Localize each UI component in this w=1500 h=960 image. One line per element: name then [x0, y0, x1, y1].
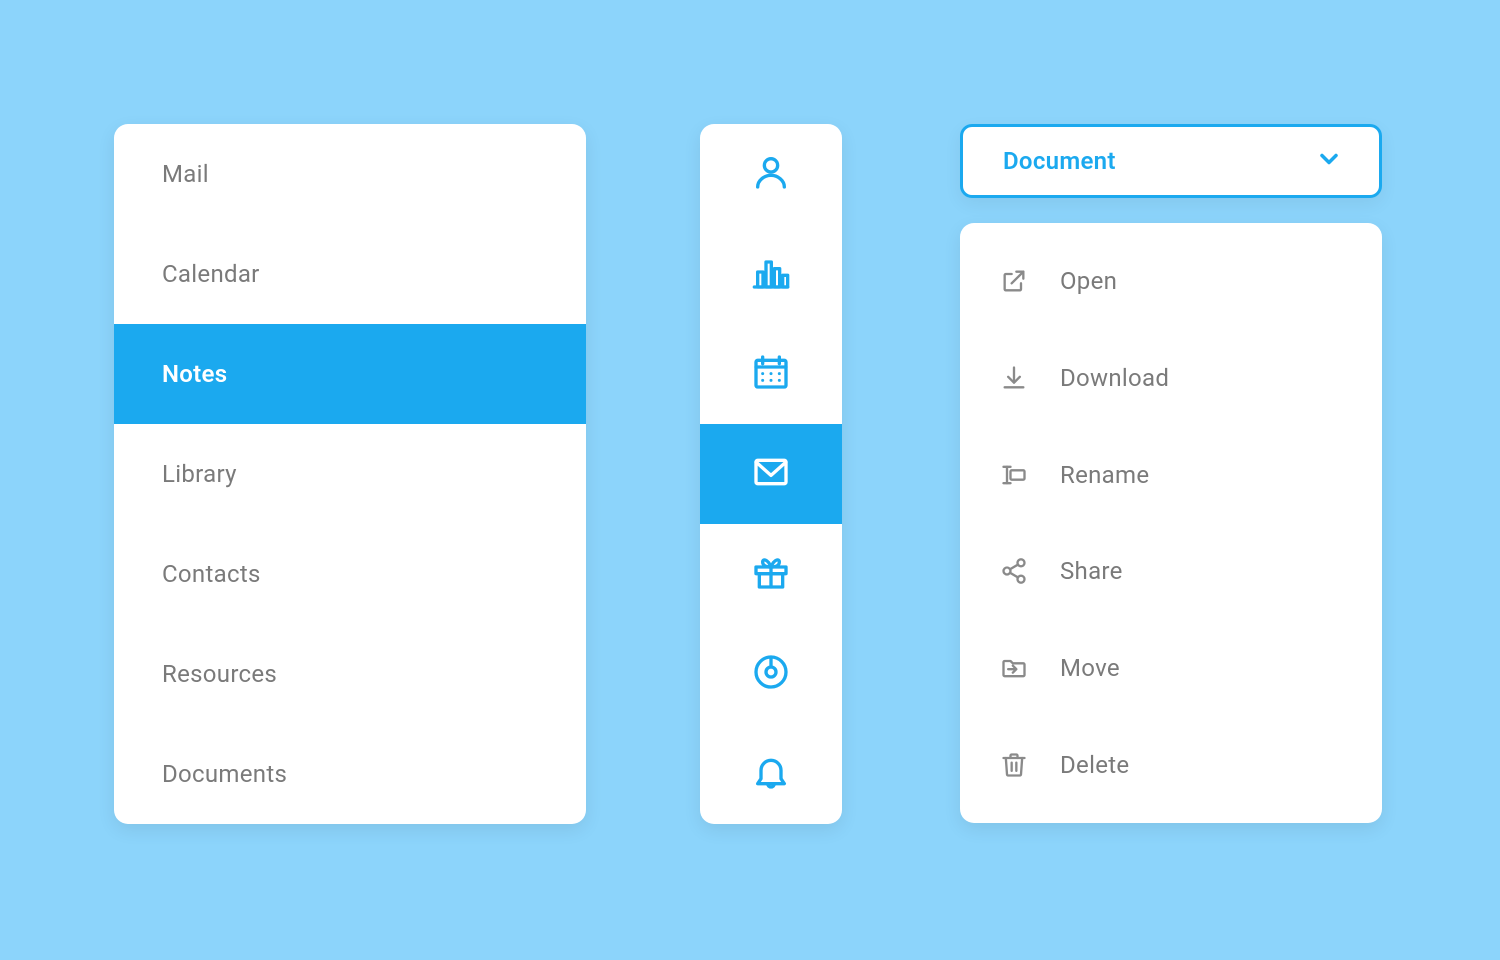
rail-item-gift[interactable] — [700, 524, 842, 624]
rail-item-calendar[interactable] — [700, 324, 842, 424]
nav-item-label: Contacts — [162, 560, 261, 588]
nav-item-contacts[interactable]: Contacts — [114, 524, 586, 624]
chevron-down-icon — [1315, 145, 1343, 177]
menu-item-label: Download — [1060, 364, 1169, 392]
menu-item-label: Move — [1060, 654, 1120, 682]
dropdown-select[interactable]: Document — [960, 124, 1382, 198]
bar-chart-icon — [751, 252, 791, 296]
menu-item-rename[interactable]: Rename — [960, 426, 1382, 523]
icon-rail — [700, 124, 842, 824]
share-icon — [998, 555, 1030, 587]
nav-item-label: Library — [162, 460, 237, 488]
disc-icon — [751, 652, 791, 696]
menu-item-label: Share — [1060, 557, 1123, 585]
gift-icon — [751, 552, 791, 596]
rename-icon — [998, 459, 1030, 491]
bell-icon — [751, 752, 791, 796]
nav-item-notes[interactable]: Notes — [114, 324, 586, 424]
rail-item-disc[interactable] — [700, 624, 842, 724]
calendar-icon — [751, 352, 791, 396]
menu-item-open[interactable]: Open — [960, 233, 1382, 330]
nav-item-mail[interactable]: Mail — [114, 124, 586, 224]
menu-item-label: Rename — [1060, 461, 1149, 489]
nav-item-label: Resources — [162, 660, 277, 688]
nav-item-documents[interactable]: Documents — [114, 724, 586, 824]
nav-item-resources[interactable]: Resources — [114, 624, 586, 724]
menu-item-label: Delete — [1060, 751, 1129, 779]
download-icon — [998, 362, 1030, 394]
menu-item-label: Open — [1060, 267, 1117, 295]
nav-item-label: Calendar — [162, 260, 260, 288]
user-icon — [751, 152, 791, 196]
folder-move-icon — [998, 652, 1030, 684]
nav-item-calendar[interactable]: Calendar — [114, 224, 586, 324]
rail-item-bell[interactable] — [700, 724, 842, 824]
nav-item-label: Notes — [162, 360, 227, 388]
rail-item-chart[interactable] — [700, 224, 842, 324]
dropdown-menu: Open Download Rename — [960, 223, 1382, 823]
menu-item-move[interactable]: Move — [960, 620, 1382, 717]
nav-list: Mail Calendar Notes Library Contacts Res… — [114, 124, 586, 824]
trash-icon — [998, 749, 1030, 781]
menu-item-download[interactable]: Download — [960, 330, 1382, 427]
nav-item-label: Documents — [162, 760, 287, 788]
rail-item-user[interactable] — [700, 124, 842, 224]
open-external-icon — [998, 265, 1030, 297]
menu-item-share[interactable]: Share — [960, 523, 1382, 620]
menu-item-delete[interactable]: Delete — [960, 716, 1382, 813]
mail-icon — [751, 452, 791, 496]
nav-item-library[interactable]: Library — [114, 424, 586, 524]
dropdown-selected-label: Document — [1003, 147, 1116, 175]
nav-item-label: Mail — [162, 160, 209, 188]
rail-item-mail[interactable] — [700, 424, 842, 524]
